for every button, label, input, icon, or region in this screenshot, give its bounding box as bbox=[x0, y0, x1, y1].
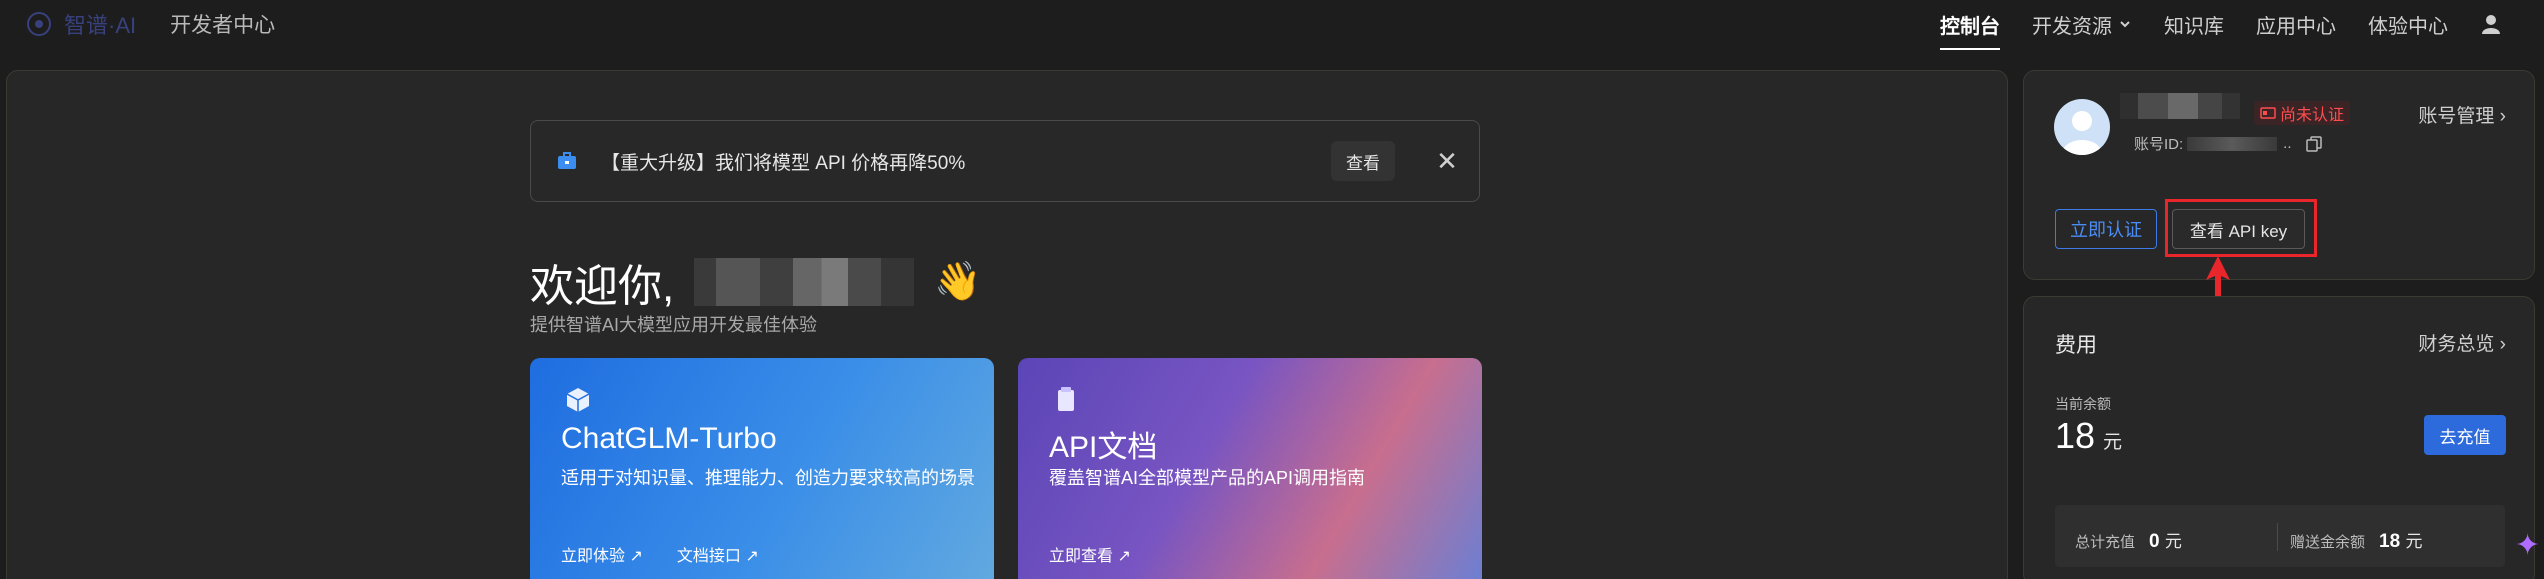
username-redacted bbox=[694, 258, 915, 306]
document-icon bbox=[1058, 387, 1074, 411]
nav-item-console[interactable]: 控制台 bbox=[1940, 10, 2000, 50]
balance-label: 当前余额 bbox=[2055, 396, 2111, 412]
id-card-icon bbox=[2260, 107, 2276, 119]
chevron-down-icon bbox=[2120, 21, 2130, 28]
view-now-link[interactable]: 立即查看 ↗ bbox=[1049, 542, 1131, 566]
username-redacted bbox=[2120, 93, 2240, 119]
verify-now-button[interactable]: 立即认证 bbox=[2055, 209, 2157, 249]
card-links: 立即查看 ↗ bbox=[1049, 542, 1131, 566]
briefcase-icon bbox=[558, 152, 576, 169]
divider bbox=[2277, 523, 2278, 551]
welcome-title: 欢迎你, bbox=[530, 262, 675, 311]
dev-center-title: 开发者中心 bbox=[170, 14, 276, 37]
card-links: 立即体验 ↗ 文档接口 ↗ bbox=[561, 542, 759, 566]
finance-overview-link[interactable]: 财务总览 › bbox=[2418, 329, 2506, 356]
nav-item-knowledge-base[interactable]: 知识库 bbox=[2164, 10, 2224, 39]
totals-box: 总计充值 0 元 赠送金余额 18 元 bbox=[2055, 505, 2505, 567]
status-badge[interactable]: 尚未认证 bbox=[2254, 101, 2351, 125]
top-nav: 智谱·AI 开发者中心 控制台 开发资源 知识库 应用中心 体验中心 bbox=[0, 0, 2544, 50]
avatar-icon bbox=[2062, 111, 2102, 155]
card-title: ChatGLM-Turbo bbox=[561, 422, 777, 455]
nav-item-app-center[interactable]: 应用中心 bbox=[2256, 10, 2336, 39]
account-id: 账号ID: .. bbox=[2134, 133, 2322, 154]
balance-value: 18 元 bbox=[2055, 415, 2123, 456]
brand-logo[interactable]: 智谱·AI bbox=[24, 8, 136, 40]
brand-logo-icon bbox=[27, 12, 51, 36]
card-description: 覆盖智谱AI全部模型产品的API调用指南 bbox=[1049, 468, 1366, 488]
nav-item-experience-center[interactable]: 体验中心 bbox=[2368, 10, 2448, 39]
cube-icon bbox=[566, 388, 590, 412]
account-management-link[interactable]: 账号管理 › bbox=[2418, 101, 2506, 128]
announcement-banner: 【重大升级】我们将模型 API 价格再降50% 查看 ✕ bbox=[530, 120, 1480, 202]
gift-balance: 赠送金余额 18 元 bbox=[2290, 531, 2423, 552]
recharge-button[interactable]: 去充值 bbox=[2424, 415, 2506, 455]
brand-name: 智谱·AI bbox=[64, 13, 137, 38]
status-badge-text: 尚未认证 bbox=[2280, 107, 2345, 124]
sparkle-icon[interactable]: ✦ bbox=[2515, 528, 2540, 563]
announcement-text: 【重大升级】我们将模型 API 价格再降50% bbox=[601, 152, 966, 174]
chatglm-turbo-card[interactable]: ChatGLM-Turbo 适用于对知识量、推理能力、创造力要求较高的场景 立即… bbox=[530, 358, 994, 579]
card-title: API文档 bbox=[1049, 431, 1158, 464]
nav-item-dev-resources[interactable]: 开发资源 bbox=[2032, 10, 2132, 39]
docs-api-link[interactable]: 文档接口 ↗ bbox=[677, 542, 759, 566]
fee-panel: 费用 财务总览 › 当前余额 18 元 去充值 总计充值 0 元 赠送金余额 18… bbox=[2023, 296, 2535, 579]
nav-item-dev-resources-label: 开发资源 bbox=[2032, 15, 2112, 38]
copy-icon[interactable] bbox=[2305, 135, 2322, 152]
try-now-link[interactable]: 立即体验 ↗ bbox=[561, 542, 643, 566]
view-announcement-button[interactable]: 查看 bbox=[1331, 141, 1395, 181]
user-icon[interactable] bbox=[2480, 13, 2502, 35]
account-id-redacted bbox=[2187, 136, 2278, 151]
card-description: 适用于对知识量、推理能力、创造力要求较高的场景 bbox=[561, 468, 975, 488]
account-id-label: 账号ID: bbox=[2134, 136, 2184, 153]
welcome-heading: 欢迎你, 👋 bbox=[530, 250, 982, 314]
account-id-tail: .. bbox=[2283, 135, 2292, 152]
page: 智谱·AI 开发者中心 控制台 开发资源 知识库 应用中心 体验中心 【重大升级… bbox=[0, 0, 2544, 579]
welcome-subtitle: 提供智谱AI大模型应用开发最佳体验 bbox=[530, 315, 818, 335]
fee-title: 费用 bbox=[2055, 334, 2097, 357]
close-icon[interactable]: ✕ bbox=[1429, 143, 1465, 179]
avatar[interactable] bbox=[2054, 99, 2110, 155]
highlight-box bbox=[2165, 199, 2317, 257]
total-recharge: 总计充值 0 元 bbox=[2075, 531, 2182, 552]
api-docs-card[interactable]: API文档 覆盖智谱AI全部模型产品的API调用指南 立即查看 ↗ bbox=[1018, 358, 1482, 579]
main-nav: 控制台 开发资源 知识库 应用中心 体验中心 bbox=[1940, 0, 2502, 50]
wave-icon: 👋 bbox=[934, 261, 982, 303]
